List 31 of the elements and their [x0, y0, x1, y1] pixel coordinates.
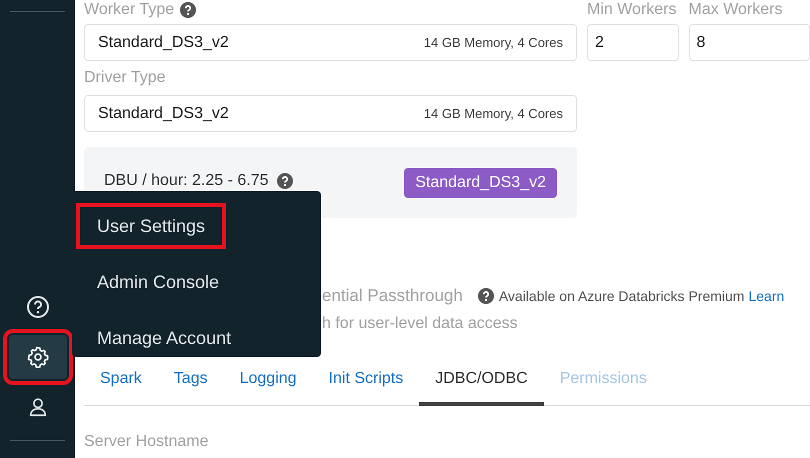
section-description: h for user-level data access — [322, 315, 519, 333]
field-value: Standard_DS3_v2 — [98, 34, 229, 52]
availability-note: Available on Azure Databricks Premium — [498, 288, 744, 304]
select-field[interactable]: Standard_DS3_v2 14 GB Memory, 4 Cores — [84, 95, 577, 132]
field-label: Server Hostname — [84, 432, 210, 452]
number-field[interactable]: 2 — [587, 24, 679, 61]
learn-link[interactable]: Learn — [748, 288, 784, 304]
field-label: Driver Type — [84, 68, 167, 88]
tab[interactable]: Init Scripts — [312, 356, 420, 406]
settings-icon — [26, 346, 48, 368]
number-field[interactable]: 8 — [688, 24, 810, 61]
menu-item[interactable]: User Settings — [76, 203, 226, 249]
field-label: Min Workers — [587, 0, 678, 20]
field-value: Standard_DS3_v2 — [98, 104, 229, 122]
field-label: Max Workers — [688, 0, 784, 20]
select-field[interactable]: Standard_DS3_v2 14 GB Memory, 4 Cores — [84, 24, 577, 61]
help-icon[interactable] — [180, 2, 196, 18]
instance-badge: Standard_DS3_v2 — [404, 168, 557, 198]
field-value: 8 — [696, 34, 706, 52]
help-icon — [26, 295, 50, 319]
field-label: Worker Type — [84, 0, 174, 20]
field-hint: 14 GB Memory, 4 Cores — [424, 35, 563, 50]
help-icon[interactable] — [478, 288, 494, 304]
tab[interactable]: JDBC/ODBC — [419, 356, 544, 406]
help-icon[interactable] — [276, 172, 293, 188]
field-hint: 14 GB Memory, 4 Cores — [424, 106, 563, 121]
field-value: 2 — [595, 34, 604, 52]
menu-item[interactable]: Admin Console — [76, 259, 240, 305]
section-title: ential Passthrough — [322, 286, 463, 306]
dbu-text: DBU / hour: 2.25 - 6.75 — [104, 172, 269, 190]
sidebar-settings-button[interactable] — [8, 335, 66, 379]
